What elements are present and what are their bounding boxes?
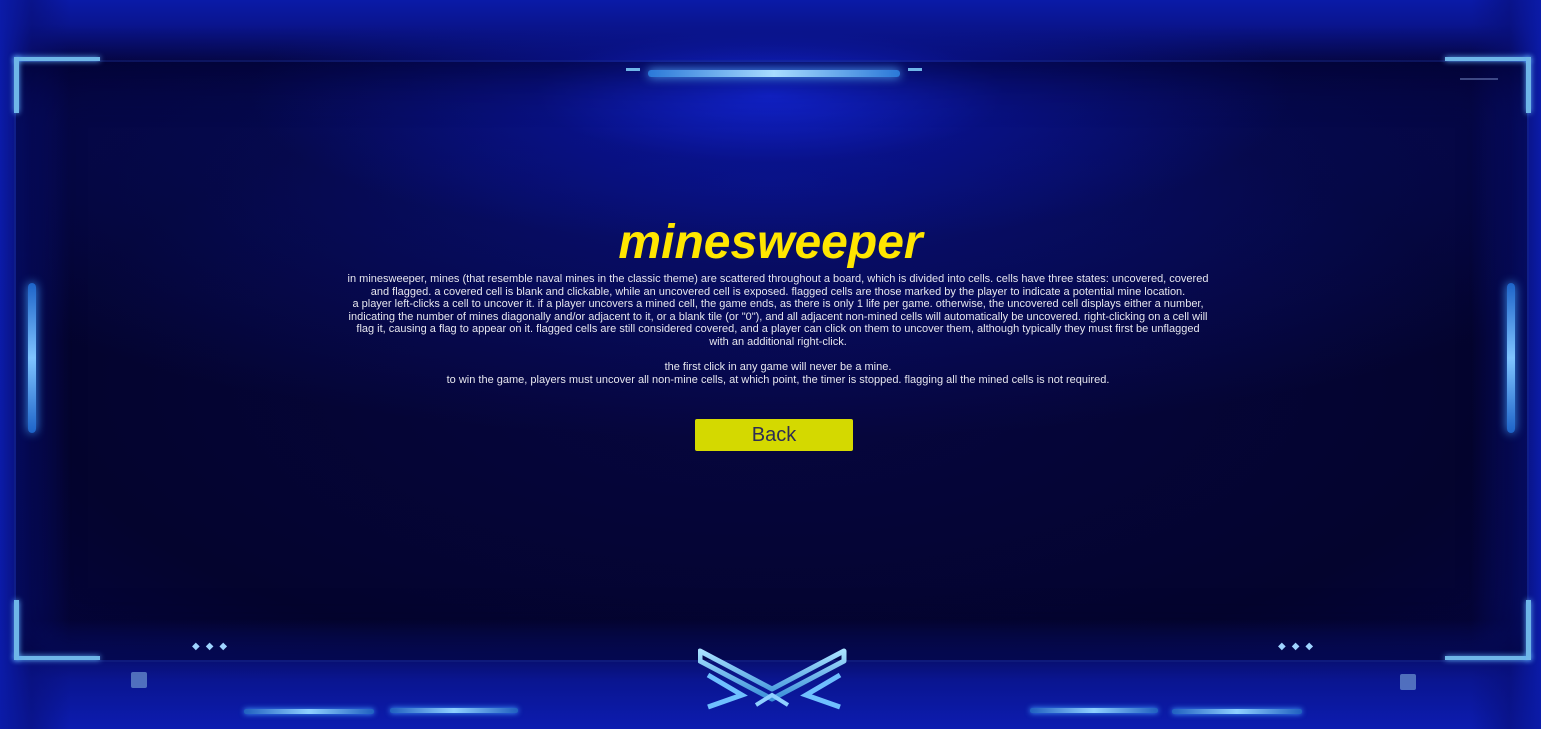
page-title: minesweeper: [618, 216, 923, 269]
bottom-light-line: [1172, 709, 1302, 714]
rules-paragraph: to win the game, players must uncover al…: [446, 373, 1110, 386]
bottom-tag-right: [1400, 674, 1416, 690]
chevron-emblem-icon: [698, 648, 847, 710]
bottom-light-line: [390, 708, 518, 713]
top-right-marker: [1460, 78, 1498, 88]
game-screen: ◆◆◆ ◆◆◆ minesweeper in minesweeper, mine…: [0, 0, 1541, 729]
back-button[interactable]: Back: [695, 419, 853, 451]
rules-paragraph: the first click in any game will never b…: [664, 361, 892, 374]
bottom-dots-left: ◆◆◆: [192, 641, 234, 652]
bottom-light-line: [1030, 708, 1158, 713]
top-tick-right: [908, 68, 922, 71]
bottom-dots-right: ◆◆◆: [1278, 641, 1320, 652]
rules-description: in minesweeper, mines (that resemble nav…: [346, 273, 1210, 386]
rules-paragraph: a player left-clicks a cell to uncover i…: [348, 298, 1208, 348]
side-light-right: [1507, 283, 1515, 433]
bottom-tag-left: [131, 672, 147, 688]
frame-glow-top: [0, 0, 1541, 60]
top-light-bar: [648, 70, 900, 77]
bottom-light-line: [244, 709, 374, 714]
rules-paragraph: in minesweeper, mines (that resemble nav…: [347, 273, 1209, 298]
side-light-left: [28, 283, 36, 433]
top-tick-left: [626, 68, 640, 71]
